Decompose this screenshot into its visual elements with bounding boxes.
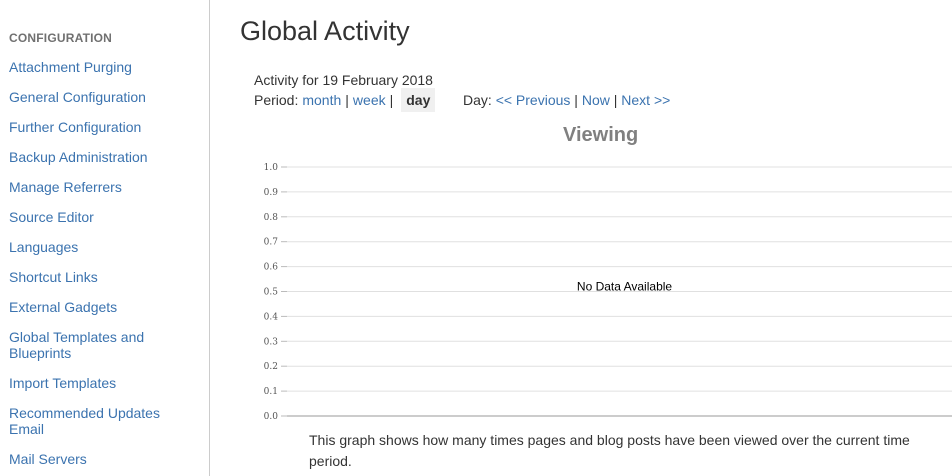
y-tick-label: 0.8: [264, 213, 279, 223]
sidebar-item-further-configuration[interactable]: Further Configuration: [9, 119, 199, 135]
day-separator: |: [574, 92, 578, 108]
sidebar-item-external-gadgets[interactable]: External Gadgets: [9, 299, 199, 315]
y-tick-label: 0.7: [264, 238, 279, 248]
period-separator: |: [345, 92, 349, 108]
next-day-link[interactable]: Next >>: [621, 92, 670, 108]
y-tick-label: 0.0: [264, 412, 279, 422]
sidebar-item-languages[interactable]: Languages: [9, 239, 199, 255]
page-title: Global Activity: [240, 16, 410, 46]
main-content: Global Activity Activity for 19 February…: [211, 0, 952, 476]
y-tick-label: 0.9: [264, 188, 279, 198]
y-tick-label: 0.3: [264, 337, 279, 347]
now-link[interactable]: Now: [582, 92, 610, 108]
sidebar-item-shortcut-links[interactable]: Shortcut Links: [9, 269, 199, 285]
y-tick-label: 0.6: [264, 263, 279, 273]
y-tick-label: 0.2: [264, 362, 278, 372]
sidebar-item-mail-servers[interactable]: Mail Servers: [9, 451, 199, 467]
day-navigation: Day: << Previous | Now | Next >>: [463, 92, 670, 108]
sidebar-item-recommended-updates-email[interactable]: Recommended Updates Email: [9, 405, 169, 437]
y-tick-label: 0.1: [264, 387, 278, 397]
sidebar-item-general-configuration[interactable]: General Configuration: [9, 89, 199, 105]
previous-day-link[interactable]: << Previous: [496, 92, 571, 108]
period-selector: Period: month | week | day: [254, 88, 436, 112]
activity-date: Activity for 19 February 2018: [254, 72, 433, 88]
sidebar-heading: CONFIGURATION: [9, 31, 113, 45]
no-data-message: No Data Available: [577, 280, 673, 294]
sidebar-item-source-editor[interactable]: Source Editor: [9, 209, 199, 225]
viewing-chart: 1.0 0.9 0.8 0.7 0.6 0.5 0.4 0.3 0.2 0.1 0.0 No Dat…: [264, 163, 952, 422]
sidebar: CONFIGURATION Attachment Purging General…: [0, 0, 210, 476]
sidebar-item-backup-administration[interactable]: Backup Administration: [9, 149, 199, 165]
y-tick-label: 0.4: [264, 312, 279, 322]
period-separator: |: [389, 92, 394, 108]
sidebar-item-manage-referrers[interactable]: Manage Referrers: [9, 179, 199, 195]
sidebar-item-attachment-purging[interactable]: Attachment Purging: [9, 59, 199, 75]
y-tick-label: 1.0: [264, 163, 279, 173]
sidebar-item-import-templates[interactable]: Import Templates: [9, 375, 199, 391]
chart-title: Viewing: [563, 124, 639, 146]
period-week-link[interactable]: week: [353, 92, 386, 108]
chart-description: This graph shows how many times pages an…: [309, 432, 910, 469]
sidebar-item-global-templates[interactable]: Global Templates and Blueprints: [9, 329, 159, 361]
period-month-link[interactable]: month: [302, 92, 341, 108]
period-day-current: day: [401, 88, 436, 112]
period-label: Period:: [254, 92, 299, 108]
day-separator: |: [613, 92, 618, 108]
day-label: Day:: [463, 92, 492, 108]
y-tick-label: 0.5: [264, 288, 279, 298]
